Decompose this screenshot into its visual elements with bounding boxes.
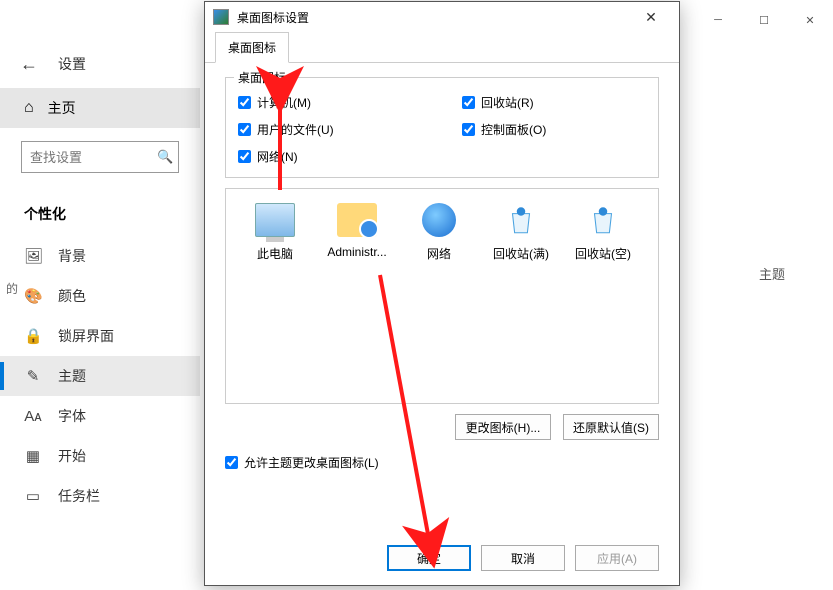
back-arrow-icon[interactable]: ← (20, 54, 38, 75)
network-icon (422, 203, 456, 237)
check-ctrlpanel-box[interactable] (462, 123, 475, 136)
close-button[interactable]: ✕ (787, 4, 833, 36)
change-icon-button[interactable]: 更改图标(H)... (455, 414, 551, 440)
check-ctrlpanel-label: 控制面板(O) (481, 121, 546, 138)
icon-this-pc[interactable]: 此电脑 (236, 203, 314, 262)
search-input[interactable] (21, 141, 154, 173)
check-control-panel[interactable]: 控制面板(O) (462, 121, 646, 138)
ok-button[interactable]: 确定 (387, 545, 471, 571)
check-computer[interactable]: 计算机(M) (238, 94, 422, 111)
nav-taskbar[interactable]: ▭ 任务栏 (0, 476, 200, 516)
left-edge-text: 的 (6, 280, 18, 297)
icon-button-row: 更改图标(H)... 还原默认值(S) (225, 414, 659, 440)
icon-recycle-full[interactable]: 回收站(满) (482, 203, 560, 262)
dialog-titlebar: 桌面图标设置 ✕ (205, 2, 679, 32)
search-icon[interactable]: 🔍 (153, 141, 179, 173)
nav-start[interactable]: ▦ 开始 (0, 436, 200, 476)
tab-desktop-icons[interactable]: 桌面图标 (215, 32, 289, 63)
check-userfiles-label: 用户的文件(U) (257, 121, 334, 138)
icon-label: 回收站(满) (482, 245, 560, 262)
check-allow-themes-box[interactable] (225, 456, 238, 469)
icon-label: 网络 (400, 245, 478, 262)
check-allow-themes-label: 允许主题更改桌面图标(L) (244, 454, 379, 471)
nav-label: 颜色 (58, 286, 86, 306)
dialog-close-button[interactable]: ✕ (631, 3, 671, 31)
dialog-app-icon (213, 9, 229, 25)
computer-icon (255, 203, 295, 237)
nav-background[interactable]: 🖼 背景 (0, 236, 200, 276)
sidebar-home[interactable]: ⌂ 主页 (0, 88, 200, 128)
grid-icon: ▦ (24, 447, 42, 465)
check-recycle-label: 回收站(R) (481, 94, 534, 111)
minimize-button[interactable]: ─ (695, 4, 741, 36)
dialog-tabs: 桌面图标 (205, 32, 679, 63)
font-icon: Aᴀ (24, 408, 42, 425)
lock-icon: 🔒 (24, 327, 42, 345)
home-icon: ⌂ (24, 99, 34, 117)
nav-fonts[interactable]: Aᴀ 字体 (0, 396, 200, 436)
cancel-button[interactable]: 取消 (481, 545, 565, 571)
nav-colors[interactable]: 🎨 颜色 (0, 276, 200, 316)
settings-sidebar: ⌂ 主页 🔍 个性化 🖼 背景 🎨 颜色 🔒 锁屏界面 (0, 88, 200, 590)
pencil-icon: ✎ (24, 367, 42, 385)
check-recycle-box[interactable] (462, 96, 475, 109)
icon-label: Administr... (318, 245, 396, 259)
nav-lockscreen[interactable]: 🔒 锁屏界面 (0, 316, 200, 356)
recycle-bin-full-icon (501, 203, 541, 237)
user-folder-icon (337, 203, 377, 237)
group-desktop-icons: 桌面图标 计算机(M) 回收站(R) 用户的文件(U) 控制面板(O) (225, 77, 659, 178)
nav-label: 锁屏界面 (58, 326, 114, 346)
restore-defaults-button[interactable]: 还原默认值(S) (563, 414, 659, 440)
check-network-box[interactable] (238, 150, 251, 163)
nav-label: 背景 (58, 246, 86, 266)
section-personalization: 个性化 (0, 186, 200, 236)
settings-title: 设置 (58, 54, 86, 74)
check-recycle-bin[interactable]: 回收站(R) (462, 94, 646, 111)
icon-preview-box: 此电脑 Administr... 网络 回收站(满) 回收站(空) (225, 188, 659, 404)
check-computer-box[interactable] (238, 96, 251, 109)
icon-label: 回收站(空) (564, 245, 642, 262)
nav-label: 任务栏 (58, 486, 100, 506)
dialog-buttons: 确定 取消 应用(A) (387, 545, 659, 571)
nav-label: 字体 (58, 406, 86, 426)
check-computer-label: 计算机(M) (257, 94, 311, 111)
nav-label: 主题 (58, 366, 86, 386)
icon-network[interactable]: 网络 (400, 203, 478, 262)
dialog-title: 桌面图标设置 (237, 9, 623, 26)
recycle-bin-empty-icon (583, 203, 623, 237)
apply-button[interactable]: 应用(A) (575, 545, 659, 571)
check-userfiles-box[interactable] (238, 123, 251, 136)
check-allow-themes[interactable]: 允许主题更改桌面图标(L) (225, 454, 659, 471)
home-label: 主页 (48, 98, 76, 118)
icon-label: 此电脑 (236, 245, 314, 262)
search-row: 🔍 (0, 128, 200, 186)
check-network-label: 网络(N) (257, 148, 298, 165)
taskbar-icon: ▭ (24, 487, 42, 505)
check-network[interactable]: 网络(N) (238, 148, 422, 165)
icon-recycle-empty[interactable]: 回收站(空) (564, 203, 642, 262)
dialog-content: 桌面图标 计算机(M) 回收站(R) 用户的文件(U) 控制面板(O) (205, 63, 679, 481)
maximize-button[interactable]: ☐ (741, 4, 787, 36)
palette-icon: 🎨 (24, 287, 42, 305)
image-icon: 🖼 (24, 247, 42, 265)
check-user-files[interactable]: 用户的文件(U) (238, 121, 422, 138)
desktop-icon-settings-dialog: 桌面图标设置 ✕ 桌面图标 桌面图标 计算机(M) 回收站(R) 用户的文件(U… (204, 1, 680, 586)
nav-label: 开始 (58, 446, 86, 466)
nav-themes[interactable]: ✎ 主题 (0, 356, 200, 396)
right-hint-text: 主题 (759, 264, 785, 283)
icon-user-folder[interactable]: Administr... (318, 203, 396, 259)
group-legend: 桌面图标 (234, 69, 290, 86)
